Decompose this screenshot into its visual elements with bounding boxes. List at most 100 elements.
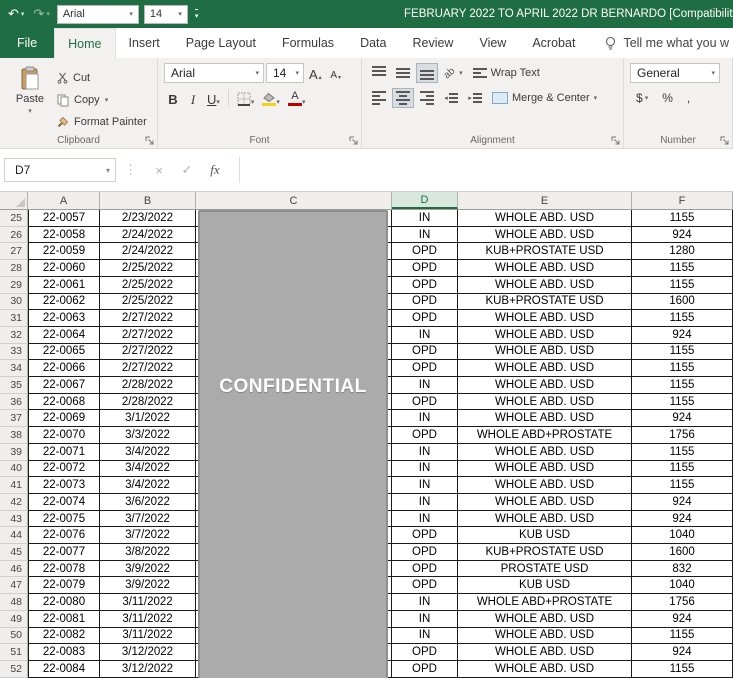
cell-B35[interactable]: 2/28/2022 — [100, 377, 196, 394]
cell-E25[interactable]: WHOLE ABD. USD — [458, 210, 632, 227]
paste-button[interactable]: Paste ▾ — [6, 63, 54, 132]
cell-F43[interactable]: 924 — [632, 510, 733, 528]
row-header-42[interactable]: 42 — [0, 493, 28, 511]
cell-D47[interactable]: OPD — [392, 577, 458, 595]
cell-B40[interactable]: 3/4/2022 — [100, 460, 196, 478]
increase-indent-button[interactable]: ▸ — [464, 88, 486, 108]
tab-file[interactable]: File — [0, 28, 55, 58]
row-header-29[interactable]: 29 — [0, 276, 28, 294]
format-painter-button[interactable]: Format Painter — [54, 112, 150, 132]
align-right-button[interactable] — [416, 88, 438, 108]
cell-D35[interactable]: IN — [392, 377, 458, 394]
cell-E45[interactable]: KUB+PROSTATE USD — [458, 544, 632, 561]
cell-B31[interactable]: 2/27/2022 — [100, 310, 196, 327]
cell-F50[interactable]: 1155 — [632, 627, 733, 645]
cell-A45[interactable]: 22-0077 — [28, 544, 100, 561]
row-header-36[interactable]: 36 — [0, 393, 28, 411]
row-header-52[interactable]: 52 — [0, 660, 28, 678]
column-header-a[interactable]: A — [28, 192, 100, 209]
name-box[interactable]: D7 ▾ — [4, 158, 116, 182]
row-header-32[interactable]: 32 — [0, 326, 28, 344]
cell-D51[interactable]: OPD — [392, 644, 458, 661]
cell-E39[interactable]: WHOLE ABD. USD — [458, 443, 632, 461]
cell-A39[interactable]: 22-0071 — [28, 443, 100, 461]
cell-B37[interactable]: 3/1/2022 — [100, 410, 196, 428]
cell-A25[interactable]: 22-0057 — [28, 210, 100, 227]
cell-A41[interactable]: 22-0073 — [28, 477, 100, 494]
tell-me-box[interactable]: Tell me what you w — [604, 28, 733, 58]
cell-D38[interactable]: OPD — [392, 427, 458, 444]
cell-B47[interactable]: 3/9/2022 — [100, 577, 196, 595]
cell-D39[interactable]: IN — [392, 443, 458, 461]
cell-B38[interactable]: 3/3/2022 — [100, 427, 196, 444]
cell-B34[interactable]: 2/27/2022 — [100, 360, 196, 378]
decrease-indent-button[interactable]: ◂ — [440, 88, 462, 108]
cell-A42[interactable]: 22-0074 — [28, 493, 100, 511]
cell-E35[interactable]: WHOLE ABD. USD — [458, 377, 632, 394]
cell-A52[interactable]: 22-0084 — [28, 660, 100, 678]
redo-button[interactable]: ↷ ▾ — [31, 5, 51, 23]
cell-B43[interactable]: 3/7/2022 — [100, 510, 196, 528]
cell-E37[interactable]: WHOLE ABD. USD — [458, 410, 632, 428]
cell-D43[interactable]: IN — [392, 510, 458, 528]
number-dialog-launcher-icon[interactable] — [720, 136, 729, 145]
cell-D30[interactable]: OPD — [392, 293, 458, 311]
row-header-33[interactable]: 33 — [0, 343, 28, 361]
row-header-47[interactable]: 47 — [0, 577, 28, 595]
cell-E36[interactable]: WHOLE ABD. USD — [458, 393, 632, 411]
cell-E34[interactable]: WHOLE ABD. USD — [458, 360, 632, 378]
row-header-35[interactable]: 35 — [0, 377, 28, 394]
cell-B36[interactable]: 2/28/2022 — [100, 393, 196, 411]
cell-F33[interactable]: 1155 — [632, 343, 733, 361]
cell-D28[interactable]: OPD — [392, 260, 458, 277]
cell-F36[interactable]: 1155 — [632, 393, 733, 411]
cell-E44[interactable]: KUB USD — [458, 527, 632, 545]
cell-E49[interactable]: WHOLE ABD. USD — [458, 610, 632, 628]
cell-D31[interactable]: OPD — [392, 310, 458, 327]
customize-qat-button[interactable]: ▾ — [193, 8, 201, 21]
row-header-40[interactable]: 40 — [0, 460, 28, 478]
align-left-button[interactable] — [368, 88, 390, 108]
cell-D26[interactable]: IN — [392, 226, 458, 244]
row-header-37[interactable]: 37 — [0, 410, 28, 428]
cancel-entry-button[interactable]: × — [145, 163, 173, 178]
cell-F41[interactable]: 1155 — [632, 477, 733, 494]
decrease-font-size-button[interactable]: A ▾ — [327, 63, 345, 83]
accounting-format-button[interactable]: $ ▾ — [630, 88, 654, 108]
tab-page-layout[interactable]: Page Layout — [173, 28, 269, 58]
cell-F30[interactable]: 1600 — [632, 293, 733, 311]
formula-input[interactable] — [239, 157, 733, 183]
cell-D41[interactable]: IN — [392, 477, 458, 494]
column-header-e[interactable]: E — [458, 192, 632, 209]
font-dialog-launcher-icon[interactable] — [349, 136, 358, 145]
cell-A32[interactable]: 22-0064 — [28, 326, 100, 344]
tab-home[interactable]: Home — [54, 28, 116, 58]
cell-F39[interactable]: 1155 — [632, 443, 733, 461]
cell-D34[interactable]: OPD — [392, 360, 458, 378]
middle-align-button[interactable] — [392, 63, 414, 83]
cell-B41[interactable]: 3/4/2022 — [100, 477, 196, 494]
cell-F25[interactable]: 1155 — [632, 210, 733, 227]
borders-button[interactable]: ▾ — [234, 88, 258, 108]
cell-B28[interactable]: 2/25/2022 — [100, 260, 196, 277]
cell-A37[interactable]: 22-0069 — [28, 410, 100, 428]
cell-E50[interactable]: WHOLE ABD. USD — [458, 627, 632, 645]
cell-E32[interactable]: WHOLE ABD. USD — [458, 326, 632, 344]
cell-A34[interactable]: 22-0066 — [28, 360, 100, 378]
cell-D52[interactable]: OPD — [392, 660, 458, 678]
align-center-button[interactable] — [392, 88, 414, 108]
column-header-d[interactable]: D — [392, 192, 458, 209]
column-header-c[interactable]: C — [196, 192, 392, 209]
cell-F37[interactable]: 924 — [632, 410, 733, 428]
cell-B46[interactable]: 3/9/2022 — [100, 560, 196, 578]
cell-B50[interactable]: 3/11/2022 — [100, 627, 196, 645]
cell-B33[interactable]: 2/27/2022 — [100, 343, 196, 361]
row-header-28[interactable]: 28 — [0, 260, 28, 277]
cell-E31[interactable]: WHOLE ABD. USD — [458, 310, 632, 327]
font-size-combo[interactable]: 14 ▾ — [266, 63, 304, 83]
row-header-26[interactable]: 26 — [0, 226, 28, 244]
cell-D27[interactable]: OPD — [392, 243, 458, 261]
cell-F52[interactable]: 1155 — [632, 660, 733, 678]
cell-B27[interactable]: 2/24/2022 — [100, 243, 196, 261]
cell-E30[interactable]: KUB+PROSTATE USD — [458, 293, 632, 311]
